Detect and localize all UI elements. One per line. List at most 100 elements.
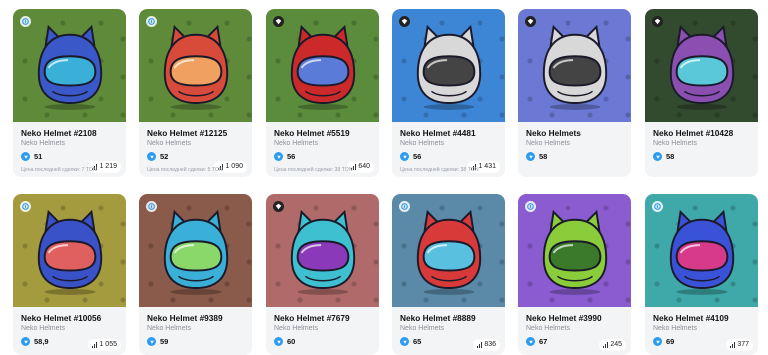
price: 59 <box>147 337 168 346</box>
gift-card[interactable]: 1 431 Neko Helmet #4481 Neko Helmets 56 … <box>392 9 505 177</box>
price-value: 69 <box>666 337 675 346</box>
gift-card[interactable]: 640 Neko Helmet #5519 Neko Helmets 56 Це… <box>266 9 379 177</box>
collection-name: Neko Helmets <box>274 140 318 147</box>
gift-title: Neko Helmet #10056 <box>21 313 102 323</box>
count-value: 640 <box>358 163 370 170</box>
collection-name: Neko Helmets <box>21 325 65 332</box>
count-value: 377 <box>737 341 749 348</box>
price-value: 58,9 <box>34 337 49 346</box>
count-badge: 1 055 <box>88 339 121 351</box>
count-value: 1 431 <box>478 163 496 170</box>
count-value: 836 <box>484 341 496 348</box>
count-value: 1 055 <box>99 341 117 348</box>
neko-helmet-icon <box>669 24 735 110</box>
price-value: 56 <box>413 152 422 161</box>
neko-helmet-icon <box>669 209 735 295</box>
collection-name: Neko Helmets <box>653 140 697 147</box>
gift-thumbnail <box>266 9 379 122</box>
price-value: 58 <box>539 152 548 161</box>
ton-icon <box>400 152 409 161</box>
ton-icon <box>526 337 535 346</box>
collection-name: Neko Helmets <box>147 325 191 332</box>
corner-badge-icon <box>399 16 410 27</box>
neko-helmet-icon <box>37 24 103 110</box>
corner-badge-icon <box>273 201 284 212</box>
gift-title: Neko Helmet #7679 <box>274 313 350 323</box>
price: 58 <box>653 152 674 161</box>
gift-card[interactable]: 377 Neko Helmet #4109 Neko Helmets 69 <box>645 194 758 355</box>
neko-helmet-icon <box>542 209 608 295</box>
gift-card[interactable]: 836 Neko Helmet #8889 Neko Helmets 65 <box>392 194 505 355</box>
price: 60 <box>274 337 295 346</box>
gift-title: Neko Helmet #9389 <box>147 313 223 323</box>
collection-name: Neko Helmets <box>21 140 65 147</box>
signal-bars-icon <box>603 342 609 348</box>
corner-badge-icon <box>20 201 31 212</box>
ton-icon <box>147 152 156 161</box>
signal-bars-icon <box>477 342 483 348</box>
ton-icon <box>274 337 283 346</box>
neko-helmet-icon <box>542 24 608 110</box>
gift-thumbnail <box>266 194 379 307</box>
gift-thumbnail <box>645 194 758 307</box>
price: 67 <box>526 337 547 346</box>
gift-title: Neko Helmet #12125 <box>147 128 228 138</box>
price: 69 <box>653 337 674 346</box>
price-value: 59 <box>160 337 169 346</box>
gift-thumbnail <box>13 194 126 307</box>
neko-helmet-icon <box>290 209 356 295</box>
count-badge: 836 <box>473 339 500 351</box>
count-value: 245 <box>610 341 622 348</box>
gift-title: Neko Helmets <box>526 128 581 138</box>
ton-icon <box>526 152 535 161</box>
neko-helmet-icon <box>416 24 482 110</box>
price: 58,9 <box>21 337 49 346</box>
gift-card[interactable]: 1 055 Neko Helmet #10056 Neko Helmets 58… <box>13 194 126 355</box>
price-value: 52 <box>160 152 169 161</box>
collection-name: Neko Helmets <box>147 140 191 147</box>
count-badge: 245 <box>599 339 626 351</box>
ton-icon <box>400 337 409 346</box>
gift-title: Neko Helmet #8889 <box>400 313 476 323</box>
ton-icon <box>147 337 156 346</box>
corner-badge-icon <box>399 201 410 212</box>
corner-badge-icon <box>20 16 31 27</box>
gift-title: Neko Helmet #10428 <box>653 128 734 138</box>
gift-card[interactable]: Neko Helmet #9389 Neko Helmets 59 <box>139 194 252 355</box>
gift-card[interactable]: Neko Helmets Neko Helmets 58 <box>518 9 631 177</box>
signal-bars-icon <box>92 342 98 348</box>
corner-badge-icon <box>525 16 536 27</box>
price: 51 <box>21 152 42 161</box>
neko-helmet-icon <box>37 209 103 295</box>
gift-card[interactable]: Neko Helmet #10428 Neko Helmets 58 <box>645 9 758 177</box>
corner-badge-icon <box>146 16 157 27</box>
corner-badge-icon <box>652 16 663 27</box>
collection-name: Neko Helmets <box>400 325 444 332</box>
last-sale: Цена последней сделки: 38 TON <box>274 167 353 173</box>
gift-thumbnail <box>139 194 252 307</box>
gift-grid: 1 219 Neko Helmet #2108 Neko Helmets 51 … <box>0 0 768 355</box>
price: 56 <box>274 152 295 161</box>
gift-card[interactable]: 1 090 Neko Helmet #12125 Neko Helmets 52… <box>139 9 252 177</box>
gift-card[interactable]: Neko Helmet #7679 Neko Helmets 60 <box>266 194 379 355</box>
gift-title: Neko Helmet #4109 <box>653 313 729 323</box>
price-value: 67 <box>539 337 548 346</box>
corner-badge-icon <box>652 201 663 212</box>
collection-name: Neko Helmets <box>274 325 318 332</box>
gift-thumbnail <box>518 194 631 307</box>
gift-card[interactable]: 245 Neko Helmet #3990 Neko Helmets 67 <box>518 194 631 355</box>
gift-thumbnail <box>13 9 126 122</box>
gift-title: Neko Helmet #2108 <box>21 128 97 138</box>
corner-badge-icon <box>273 16 284 27</box>
price: 52 <box>147 152 168 161</box>
collection-name: Neko Helmets <box>526 140 570 147</box>
gift-card[interactable]: 1 219 Neko Helmet #2108 Neko Helmets 51 … <box>13 9 126 177</box>
price: 56 <box>400 152 421 161</box>
price: 65 <box>400 337 421 346</box>
last-sale: Цена последней сделки: 5 TON <box>147 167 223 173</box>
price: 58 <box>526 152 547 161</box>
last-sale: Цена последней сделки: 7 TON <box>21 167 97 173</box>
ton-icon <box>653 152 662 161</box>
gift-thumbnail <box>518 9 631 122</box>
collection-name: Neko Helmets <box>400 140 444 147</box>
